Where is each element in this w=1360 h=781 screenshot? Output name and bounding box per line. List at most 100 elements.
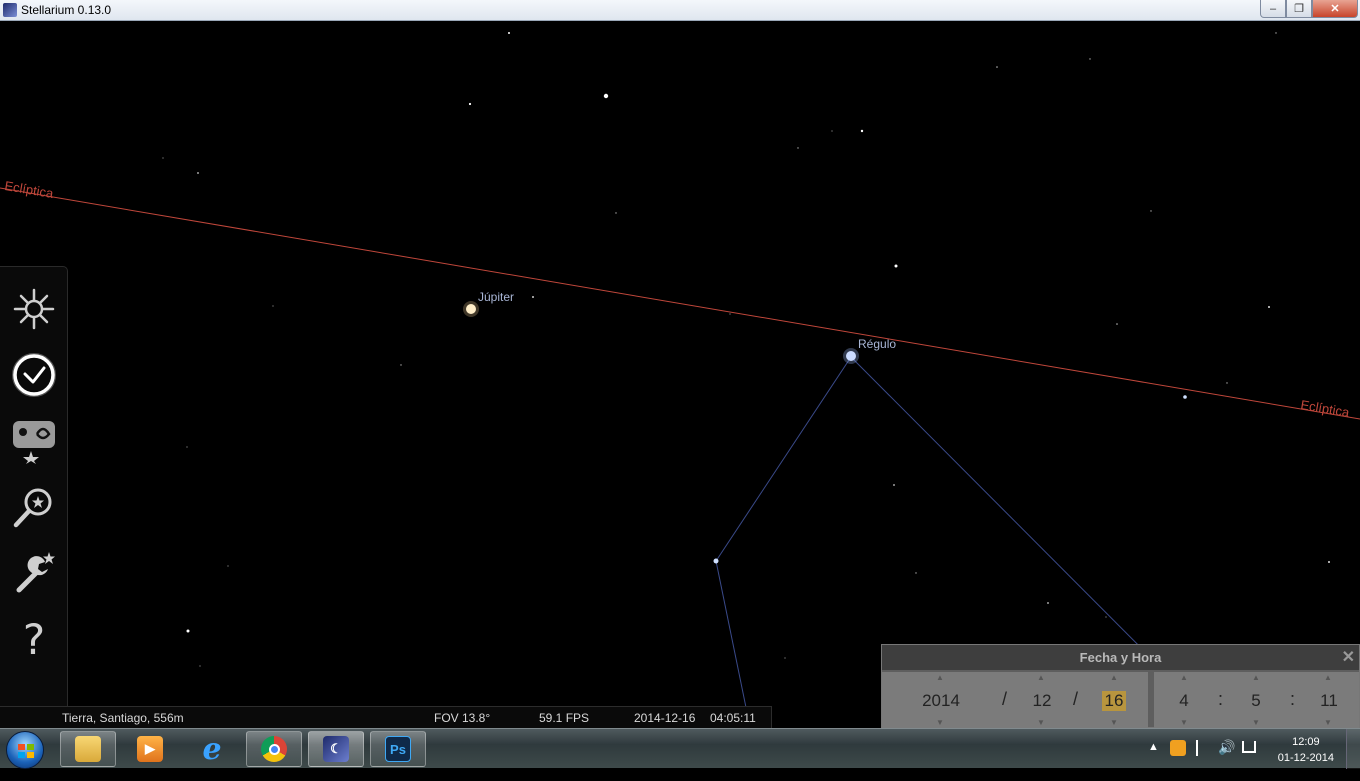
star[interactable] bbox=[797, 147, 799, 149]
taskbar-media-player[interactable]: ▶ bbox=[122, 731, 178, 767]
star[interactable] bbox=[1150, 210, 1152, 212]
time-separator: : bbox=[1218, 689, 1224, 709]
date-readout: 2014-12-16 bbox=[634, 711, 696, 725]
star[interactable] bbox=[1047, 602, 1049, 604]
star[interactable] bbox=[1105, 616, 1107, 618]
minute-up-icon[interactable]: ▲ bbox=[1252, 673, 1260, 682]
deep-sky-objects-icon bbox=[13, 421, 55, 464]
restore-button[interactable]: ❐ bbox=[1286, 0, 1312, 18]
help-icon: ? bbox=[22, 614, 46, 664]
constellation-line bbox=[715, 560, 751, 727]
taskbar-photoshop[interactable]: Ps bbox=[370, 731, 426, 767]
star[interactable] bbox=[199, 665, 201, 667]
star[interactable] bbox=[1226, 382, 1228, 384]
star[interactable] bbox=[860, 129, 864, 133]
star[interactable] bbox=[508, 32, 510, 34]
folder-icon bbox=[75, 736, 101, 762]
jupiter-label: Júpiter bbox=[478, 290, 515, 304]
star[interactable] bbox=[272, 305, 274, 307]
deep-sky-objects-button[interactable] bbox=[8, 415, 60, 467]
taskbar-chrome[interactable] bbox=[246, 731, 302, 767]
start-button[interactable] bbox=[6, 731, 44, 769]
day-field[interactable]: 16 bbox=[1102, 691, 1126, 711]
date-time-dialog-header[interactable]: Fecha y Hora ✕ bbox=[882, 645, 1359, 670]
network-icon[interactable] bbox=[1242, 741, 1256, 753]
stellarium-icon: ☾ bbox=[323, 736, 349, 762]
star[interactable] bbox=[893, 484, 895, 486]
hour-down-icon[interactable]: ▼ bbox=[1180, 718, 1188, 727]
star[interactable] bbox=[915, 572, 917, 574]
star[interactable] bbox=[186, 446, 188, 448]
stellarium-app-icon bbox=[3, 3, 17, 17]
star[interactable] bbox=[603, 93, 609, 99]
star[interactable] bbox=[1116, 323, 1118, 325]
minimize-button[interactable]: – bbox=[1260, 0, 1286, 18]
star[interactable] bbox=[468, 102, 472, 106]
star[interactable] bbox=[1328, 561, 1330, 563]
show-desktop-button[interactable] bbox=[1346, 729, 1360, 769]
volume-icon[interactable]: 🔊 bbox=[1218, 739, 1235, 779]
star[interactable] bbox=[784, 657, 786, 659]
media-player-icon: ▶ bbox=[137, 736, 163, 762]
star[interactable] bbox=[227, 565, 229, 567]
star[interactable] bbox=[729, 313, 731, 315]
month-field[interactable]: 12 bbox=[1027, 691, 1057, 711]
star[interactable] bbox=[1275, 32, 1277, 34]
sky-and-viewing-options-button[interactable] bbox=[8, 283, 60, 335]
second-down-icon[interactable]: ▼ bbox=[1324, 718, 1332, 727]
second-up-icon[interactable]: ▲ bbox=[1324, 673, 1332, 682]
taskbar-explorer[interactable] bbox=[60, 731, 116, 767]
taskbar-internet-explorer[interactable]: e bbox=[184, 731, 240, 767]
year-up-icon[interactable]: ▲ bbox=[936, 673, 944, 682]
star[interactable] bbox=[615, 212, 617, 214]
star[interactable] bbox=[894, 264, 898, 268]
fps-readout: 59.1 FPS bbox=[539, 711, 590, 725]
location-readout[interactable]: Tierra, Santiago, 556m bbox=[62, 711, 184, 725]
star[interactable] bbox=[1183, 395, 1187, 399]
day-down-icon[interactable]: ▼ bbox=[1110, 718, 1118, 727]
year-down-icon[interactable]: ▼ bbox=[936, 718, 944, 727]
star[interactable] bbox=[1268, 306, 1270, 308]
fov-readout: FOV 13.8° bbox=[434, 711, 491, 725]
sky-view[interactable]: Júpiter Régulo Eclíptica Eclíptica bbox=[0, 21, 1360, 727]
left-toolbar: ? bbox=[0, 266, 68, 728]
configuration-button[interactable] bbox=[8, 547, 60, 599]
close-button[interactable]: ✕ bbox=[1312, 0, 1358, 18]
taskbar-stellarium[interactable]: ☾ bbox=[308, 731, 364, 767]
time-readout: 04:05:11 bbox=[710, 711, 756, 725]
ecliptic-line bbox=[0, 187, 1360, 420]
star[interactable] bbox=[400, 364, 402, 366]
search-button[interactable] bbox=[8, 481, 60, 533]
month-up-icon[interactable]: ▲ bbox=[1037, 673, 1045, 682]
star[interactable] bbox=[532, 296, 534, 298]
date-time-dialog-title: Fecha y Hora bbox=[1079, 650, 1162, 665]
star[interactable] bbox=[162, 157, 164, 159]
minute-field[interactable]: 5 bbox=[1246, 691, 1266, 711]
clock-date: 01-12-2014 bbox=[1277, 752, 1334, 764]
star[interactable] bbox=[197, 172, 199, 174]
constellation-line bbox=[715, 356, 852, 562]
photoshop-icon: Ps bbox=[385, 736, 411, 762]
window-title: Stellarium 0.13.0 bbox=[21, 3, 112, 17]
action-center-flag-icon[interactable] bbox=[1196, 740, 1210, 756]
star[interactable] bbox=[996, 66, 998, 68]
year-field[interactable]: 2014 bbox=[916, 691, 966, 711]
second-field[interactable]: 11 bbox=[1316, 691, 1342, 711]
taskbar-clock[interactable]: 12:09 01-12-2014 bbox=[1278, 734, 1334, 766]
day-up-icon[interactable]: ▲ bbox=[1110, 673, 1118, 682]
help-button[interactable]: ? bbox=[8, 613, 60, 665]
dialog-close-icon[interactable]: ✕ bbox=[1342, 645, 1355, 670]
star[interactable] bbox=[1089, 58, 1091, 60]
hour-field[interactable]: 4 bbox=[1174, 691, 1194, 711]
time-fields: ▲ 4 ▼ : ▲ 5 ▼ : ▲ 11 ▼ bbox=[1154, 672, 1359, 728]
minute-down-icon[interactable]: ▼ bbox=[1252, 718, 1260, 727]
star[interactable] bbox=[186, 629, 190, 633]
month-down-icon[interactable]: ▼ bbox=[1037, 718, 1045, 727]
star[interactable] bbox=[713, 558, 719, 564]
tray-app-icon[interactable] bbox=[1170, 740, 1186, 756]
tray-expand-icon[interactable]: ▲ bbox=[1148, 741, 1159, 781]
star[interactable] bbox=[831, 130, 833, 132]
hour-up-icon[interactable]: ▲ bbox=[1180, 673, 1188, 682]
date-time-button[interactable] bbox=[8, 349, 60, 401]
chrome-icon bbox=[261, 736, 287, 762]
